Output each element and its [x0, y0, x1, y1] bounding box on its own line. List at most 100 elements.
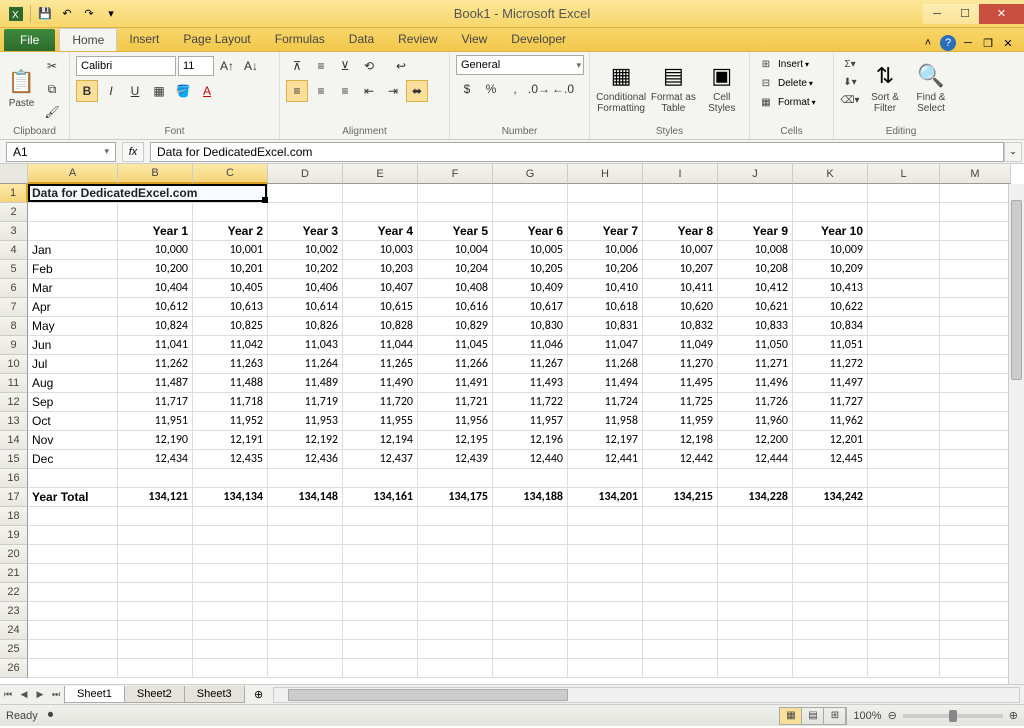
- window-close-icon[interactable]: ✕: [1000, 35, 1016, 51]
- cut-icon[interactable]: ✂: [41, 55, 63, 77]
- cell-M8[interactable]: [940, 317, 1011, 336]
- cell-I12[interactable]: 11,725: [643, 393, 718, 412]
- cell-K8[interactable]: 10,834: [793, 317, 868, 336]
- fx-button[interactable]: fx: [122, 142, 144, 162]
- cell-M5[interactable]: [940, 260, 1011, 279]
- row-header-19[interactable]: 19: [0, 526, 28, 545]
- col-header-G[interactable]: G: [493, 164, 568, 184]
- cell-M14[interactable]: [940, 431, 1011, 450]
- cell-K6[interactable]: 10,413: [793, 279, 868, 298]
- cell-L14[interactable]: [868, 431, 940, 450]
- cell-A13[interactable]: Oct: [28, 412, 118, 431]
- cell-E13[interactable]: 11,955: [343, 412, 418, 431]
- cell-L25[interactable]: [868, 640, 940, 659]
- cell-K14[interactable]: 12,201: [793, 431, 868, 450]
- cell-B25[interactable]: [118, 640, 193, 659]
- cell-A15[interactable]: Dec: [28, 450, 118, 469]
- cell-E6[interactable]: 10,407: [343, 279, 418, 298]
- row-header-17[interactable]: 17: [0, 488, 28, 507]
- cell-B18[interactable]: [118, 507, 193, 526]
- expand-formula-icon[interactable]: ⌄: [1004, 142, 1022, 162]
- cell-I21[interactable]: [643, 564, 718, 583]
- cell-E2[interactable]: [343, 203, 418, 222]
- cell-C12[interactable]: 11,718: [193, 393, 268, 412]
- col-header-J[interactable]: J: [718, 164, 793, 184]
- cell-E23[interactable]: [343, 602, 418, 621]
- cell-D10[interactable]: 11,264: [268, 355, 343, 374]
- cell-C17[interactable]: 134,134: [193, 488, 268, 507]
- cell-F14[interactable]: 12,195: [418, 431, 493, 450]
- cell-M21[interactable]: [940, 564, 1011, 583]
- cell-D25[interactable]: [268, 640, 343, 659]
- align-middle-icon[interactable]: ≡: [310, 55, 332, 77]
- cell-L9[interactable]: [868, 336, 940, 355]
- cell-D19[interactable]: [268, 526, 343, 545]
- tab-developer[interactable]: Developer: [499, 28, 578, 51]
- cell-K21[interactable]: [793, 564, 868, 583]
- cell-K19[interactable]: [793, 526, 868, 545]
- cell-H16[interactable]: [568, 469, 643, 488]
- cell-J3[interactable]: Year 9: [718, 222, 793, 241]
- row-header-3[interactable]: 3: [0, 222, 28, 241]
- cell-J7[interactable]: 10,621: [718, 298, 793, 317]
- cell-A21[interactable]: [28, 564, 118, 583]
- cell-H4[interactable]: 10,006: [568, 241, 643, 260]
- cell-F23[interactable]: [418, 602, 493, 621]
- cell-A18[interactable]: [28, 507, 118, 526]
- cell-L21[interactable]: [868, 564, 940, 583]
- cell-F24[interactable]: [418, 621, 493, 640]
- number-format-combo[interactable]: General: [456, 55, 584, 75]
- cell-M13[interactable]: [940, 412, 1011, 431]
- cell-L26[interactable]: [868, 659, 940, 678]
- minimize-button[interactable]: ─: [923, 4, 951, 24]
- orientation-icon[interactable]: ⟲: [358, 55, 380, 77]
- row-header-16[interactable]: 16: [0, 469, 28, 488]
- cell-J21[interactable]: [718, 564, 793, 583]
- cell-I5[interactable]: 10,207: [643, 260, 718, 279]
- cell-C20[interactable]: [193, 545, 268, 564]
- name-box[interactable]: A1▾: [6, 142, 116, 162]
- cell-G14[interactable]: 12,196: [493, 431, 568, 450]
- cell-I9[interactable]: 11,049: [643, 336, 718, 355]
- cell-H17[interactable]: 134,201: [568, 488, 643, 507]
- cell-J1[interactable]: [718, 184, 793, 203]
- cell-styles-button[interactable]: ▣Cell Styles: [701, 55, 743, 121]
- cell-E4[interactable]: 10,003: [343, 241, 418, 260]
- cell-H11[interactable]: 11,494: [568, 374, 643, 393]
- cell-E12[interactable]: 11,720: [343, 393, 418, 412]
- cell-C15[interactable]: 12,435: [193, 450, 268, 469]
- tab-view[interactable]: View: [450, 28, 500, 51]
- sort-filter-button[interactable]: ⇅Sort & Filter: [864, 55, 906, 121]
- row-header-8[interactable]: 8: [0, 317, 28, 336]
- col-header-I[interactable]: I: [643, 164, 718, 184]
- cell-L6[interactable]: [868, 279, 940, 298]
- col-header-K[interactable]: K: [793, 164, 868, 184]
- cell-C7[interactable]: 10,613: [193, 298, 268, 317]
- row-header-18[interactable]: 18: [0, 507, 28, 526]
- scroll-thumb[interactable]: [1011, 200, 1022, 380]
- cell-F1[interactable]: [418, 184, 493, 203]
- cell-D21[interactable]: [268, 564, 343, 583]
- row-header-9[interactable]: 9: [0, 336, 28, 355]
- cell-H8[interactable]: 10,831: [568, 317, 643, 336]
- col-header-H[interactable]: H: [568, 164, 643, 184]
- cell-I4[interactable]: 10,007: [643, 241, 718, 260]
- cell-H9[interactable]: 11,047: [568, 336, 643, 355]
- cell-C10[interactable]: 11,263: [193, 355, 268, 374]
- grow-font-icon[interactable]: A↑: [216, 55, 238, 77]
- cell-I8[interactable]: 10,832: [643, 317, 718, 336]
- cell-G3[interactable]: Year 6: [493, 222, 568, 241]
- cell-J23[interactable]: [718, 602, 793, 621]
- sheet-tab-sheet2[interactable]: Sheet2: [124, 686, 185, 703]
- cell-D8[interactable]: 10,826: [268, 317, 343, 336]
- cell-I23[interactable]: [643, 602, 718, 621]
- cell-J11[interactable]: 11,496: [718, 374, 793, 393]
- cell-E5[interactable]: 10,203: [343, 260, 418, 279]
- cell-K2[interactable]: [793, 203, 868, 222]
- cell-H24[interactable]: [568, 621, 643, 640]
- cell-K16[interactable]: [793, 469, 868, 488]
- cell-M2[interactable]: [940, 203, 1011, 222]
- page-break-view-icon[interactable]: ⊞: [824, 708, 846, 724]
- cell-L24[interactable]: [868, 621, 940, 640]
- row-header-2[interactable]: 2: [0, 203, 28, 222]
